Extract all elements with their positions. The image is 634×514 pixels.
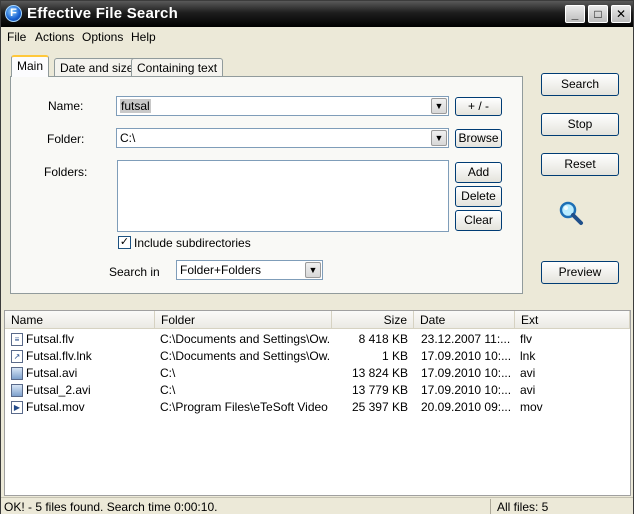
row-date: 17.09.2010 10:... (421, 366, 512, 380)
movie-file-icon: ▶ (11, 401, 23, 414)
row-name: Futsal.avi (26, 366, 78, 380)
row-size: 8 418 KB (358, 332, 408, 346)
row-folder: C:\ (160, 366, 176, 380)
row-name: Futsal_2.avi (26, 383, 91, 397)
row-name: Futsal.flv.lnk (26, 349, 92, 363)
folder-dropdown-arrow-icon[interactable]: ▼ (431, 130, 447, 146)
maximize-button[interactable]: □ (588, 5, 608, 23)
status-divider (490, 499, 491, 514)
title-bar[interactable]: F Effective File Search _ □ ✕ (1, 1, 633, 27)
row-ext: mov (520, 400, 543, 414)
row-folder: C:\Program Files\eTeSoft Video ... (160, 400, 330, 414)
name-combobox[interactable]: futsal ▼ (116, 96, 449, 116)
tab-date-and-size[interactable]: Date and size (54, 58, 140, 78)
folders-listbox[interactable] (117, 160, 449, 232)
name-dropdown-arrow-icon[interactable]: ▼ (431, 98, 447, 114)
column-header-folder[interactable]: Folder (155, 311, 332, 329)
row-date: 17.09.2010 10:... (421, 383, 512, 397)
name-input-value[interactable]: futsal (120, 99, 151, 113)
tab-containing-text[interactable]: Containing text (131, 58, 224, 78)
video-file-icon (11, 367, 23, 380)
table-row[interactable]: ↗ Futsal.flv.lnk C:\Documents and Settin… (5, 348, 630, 365)
search-in-label: Search in (109, 265, 160, 279)
search-in-value: Folder+Folders (180, 263, 262, 277)
menu-bar: File Actions Options Help (1, 27, 633, 47)
close-button[interactable]: ✕ (611, 5, 631, 23)
minimize-button[interactable]: _ (565, 5, 585, 23)
shortcut-icon: ↗ (11, 350, 23, 363)
tab-main[interactable]: Main (11, 55, 50, 77)
row-size: 13 824 KB (351, 366, 408, 380)
folders-label: Folders: (44, 165, 88, 179)
video-file-icon (11, 384, 23, 397)
clear-folders-button[interactable]: Clear (455, 210, 502, 231)
browse-button[interactable]: Browse (455, 129, 502, 148)
row-size: 13 779 KB (351, 383, 408, 397)
search-in-select[interactable]: Folder+Folders ▼ (176, 260, 323, 280)
search-in-dropdown-arrow-icon[interactable]: ▼ (305, 262, 321, 278)
results-list-header: Name Folder Size Date Ext (5, 311, 630, 329)
status-message: OK! - 5 files found. Search time 0:00:10… (4, 500, 218, 514)
row-folder: C:\Documents and Settings\Ow... (160, 332, 330, 346)
include-subdirectories-checkbox[interactable]: ✓ (118, 236, 131, 249)
column-header-ext[interactable]: Ext (515, 311, 630, 329)
reset-button[interactable]: Reset (541, 153, 619, 176)
row-date: 17.09.2010 10:... (421, 349, 512, 363)
table-row[interactable]: Futsal.avi C:\ 13 824 KB 17.09.2010 10:.… (5, 365, 630, 382)
table-row[interactable]: ▶ Futsal.mov C:\Program Files\eTeSoft Vi… (5, 399, 630, 416)
row-ext: flv (520, 332, 532, 346)
menu-help[interactable]: Help (131, 30, 156, 44)
document-icon: ≡ (11, 333, 23, 346)
row-date: 23.12.2007 11:... (421, 332, 511, 346)
column-header-date[interactable]: Date (414, 311, 515, 329)
row-date: 20.09.2010 09:... (421, 400, 512, 414)
table-row[interactable]: ≡ Futsal.flv C:\Documents and Settings\O… (5, 331, 630, 348)
row-ext: avi (520, 366, 536, 380)
add-folder-button[interactable]: Add (455, 162, 502, 183)
menu-options[interactable]: Options (82, 30, 123, 44)
status-file-count: All files: 5 (497, 500, 549, 514)
column-header-size[interactable]: Size (332, 311, 414, 329)
include-subdirectories-label: Include subdirectories (134, 236, 251, 250)
status-bar: OK! - 5 files found. Search time 0:00:10… (1, 497, 633, 514)
menu-file[interactable]: File (7, 30, 26, 44)
magnifier-icon (559, 201, 583, 225)
row-name: Futsal.flv (26, 332, 75, 346)
row-folder: C:\ (160, 383, 176, 397)
window-title: Effective File Search (27, 5, 178, 22)
preview-button[interactable]: Preview (541, 261, 619, 284)
row-folder: C:\Documents and Settings\Ow... (160, 349, 330, 363)
results-list[interactable]: Name Folder Size Date Ext ≡ Futsal.flv C… (4, 310, 631, 496)
folder-label: Folder: (47, 132, 85, 146)
search-button[interactable]: Search (541, 73, 619, 96)
menu-actions[interactable]: Actions (35, 30, 74, 44)
row-size: 1 KB (381, 349, 408, 363)
name-label: Name: (48, 99, 84, 113)
row-name: Futsal.mov (26, 400, 85, 414)
row-size: 25 397 KB (351, 400, 408, 414)
plus-minus-button[interactable]: + / - (455, 97, 502, 116)
row-ext: avi (520, 383, 536, 397)
stop-button[interactable]: Stop (541, 113, 619, 136)
row-ext: lnk (520, 349, 536, 363)
delete-folder-button[interactable]: Delete (455, 186, 502, 207)
folder-combobox[interactable]: C:\ ▼ (116, 128, 449, 148)
app-logo-icon: F (5, 5, 22, 22)
table-row[interactable]: Futsal_2.avi C:\ 13 779 KB 17.09.2010 10… (5, 382, 630, 399)
column-header-name[interactable]: Name (5, 311, 155, 329)
folder-input-value[interactable]: C:\ (120, 131, 135, 145)
app-window: F Effective File Search _ □ ✕ File Actio… (0, 0, 634, 514)
